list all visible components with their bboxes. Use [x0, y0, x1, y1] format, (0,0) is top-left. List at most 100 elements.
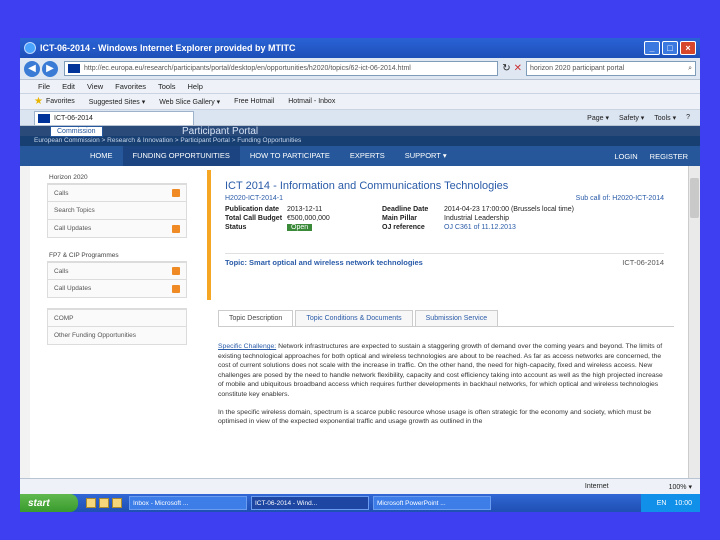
breadcrumb: European Commission > Research & Innovat… — [20, 136, 700, 146]
command-bar: Page ▾ Safety ▾ Tools ▾ ? — [577, 114, 700, 122]
page-menu[interactable]: Page ▾ — [587, 114, 609, 122]
portal-title: Participant Portal — [182, 126, 259, 137]
nav-home[interactable]: HOME — [80, 146, 123, 166]
scrollbar-thumb[interactable] — [690, 178, 699, 218]
nav-how-to-participate[interactable]: HOW TO PARTICIPATE — [240, 146, 340, 166]
fav-free-hotmail[interactable]: Free Hotmail — [234, 98, 274, 105]
zoom-level[interactable]: 100% ▾ — [669, 483, 700, 491]
page-scrollbar[interactable] — [688, 166, 700, 478]
minimize-button[interactable]: _ — [644, 41, 660, 55]
close-button[interactable]: × — [680, 41, 696, 55]
start-button[interactable]: start — [20, 494, 78, 512]
fav-suggested-sites[interactable]: Suggested Sites ▾ — [89, 98, 145, 106]
nav-support[interactable]: SUPPORT ▾ — [395, 146, 457, 166]
browser-tab[interactable]: ICT-06-2014 — [34, 110, 194, 125]
sidebar-item-other-funding[interactable]: Other Funding Opportunities — [47, 327, 187, 345]
menu-view[interactable]: View — [87, 82, 103, 91]
task-powerpoint[interactable]: Microsoft PowerPoint ... — [373, 496, 491, 510]
sidebar-item-search-topics[interactable]: Search Topics — [47, 202, 187, 220]
oj-reference-label: OJ reference — [382, 224, 425, 231]
forward-icon[interactable]: ▶ — [42, 60, 58, 77]
sidebar-item-label: Search Topics — [54, 207, 95, 214]
tab-topic-conditions[interactable]: Topic Conditions & Documents — [295, 310, 413, 326]
description-text: Network infrastructures are expected to … — [218, 343, 663, 398]
content-tabs: Topic Description Topic Conditions & Doc… — [218, 310, 674, 327]
favorites-star-icon[interactable]: ★ — [34, 96, 43, 107]
menu-favorites[interactable]: Favorites — [115, 82, 146, 91]
status-badge: Open — [287, 224, 313, 231]
publication-date-label: Publication date — [225, 206, 280, 213]
menu-tools[interactable]: Tools — [158, 82, 176, 91]
topic-id: ICT-06-2014 — [622, 258, 664, 267]
call-id-row: H2020-ICT-2014-1 Sub call of: H2020-ICT-… — [225, 195, 664, 202]
refresh-icon[interactable]: ↻ — [502, 63, 510, 74]
task-inbox[interactable]: Inbox - Microsoft ... — [129, 496, 247, 510]
deadline-value: 2014-04-23 17:00:00 (Brussels local time… — [444, 206, 574, 213]
tools-menu[interactable]: Tools ▾ — [654, 114, 676, 122]
quick-launch-icon[interactable] — [99, 498, 109, 508]
tab-topic-description[interactable]: Topic Description — [218, 310, 294, 326]
menu-file[interactable]: File — [38, 82, 50, 91]
tab-flag-icon — [38, 113, 50, 123]
sidebar-item-call-updates[interactable]: Call Updates — [47, 220, 187, 238]
menu-bar: File Edit View Favorites Tools Help — [20, 80, 700, 94]
search-field[interactable]: horizon 2020 participant portal ⌕ — [526, 61, 696, 76]
security-zone: Internet — [584, 483, 609, 490]
language-indicator[interactable]: EN — [657, 500, 667, 507]
sidebar-group-other: COMP Other Funding Opportunities — [47, 308, 187, 345]
oj-reference-link[interactable]: OJ C361 of 11.12.2013 — [444, 224, 664, 231]
clock: 10:00 — [674, 499, 692, 507]
favorites-button[interactable]: Favorites — [46, 98, 75, 105]
window-titlebar: ICT-06-2014 - Windows Internet Explorer … — [20, 38, 700, 58]
menu-edit[interactable]: Edit — [62, 82, 75, 91]
window-title: ICT-06-2014 - Windows Internet Explorer … — [40, 43, 296, 53]
deadline-label: Deadline Date — [382, 206, 429, 213]
status-label: Status — [225, 224, 247, 231]
ie-icon — [24, 42, 36, 54]
search-icon[interactable]: ⌕ — [688, 65, 692, 73]
maximize-button[interactable]: □ — [662, 41, 678, 55]
task-ie-window[interactable]: ICT-06-2014 - Wind... — [251, 496, 369, 510]
help-icon[interactable]: ? — [686, 114, 690, 122]
pillar-label: Main Pillar — [382, 215, 418, 222]
eu-flag-icon — [68, 64, 80, 73]
favorites-bar: ★ Favorites Suggested Sites ▾ Web Slice … — [20, 94, 700, 110]
stop-icon[interactable]: ✕ — [514, 63, 522, 74]
register-link[interactable]: REGISTER — [650, 152, 688, 161]
sidebar-item-fp7-calls[interactable]: Calls — [47, 262, 187, 280]
quick-launch-icon[interactable] — [112, 498, 122, 508]
sidebar-item-fp7-call-updates[interactable]: Call Updates — [47, 280, 187, 298]
budget-value: €500,000,000 — [287, 215, 330, 222]
topic-title: Topic: Smart optical and wireless networ… — [225, 258, 423, 267]
sidebar-item-label: COMP — [54, 314, 74, 322]
quick-launch — [86, 498, 125, 508]
rss-icon[interactable] — [172, 189, 180, 197]
call-details: Publication date 2013-12-11 Deadline Dat… — [225, 206, 664, 231]
publication-date-value: 2013-12-11 — [287, 206, 323, 213]
sidebar-item-calls[interactable]: Calls — [47, 184, 187, 202]
fav-hotmail-inbox[interactable]: Hotmail - Inbox — [288, 98, 335, 105]
login-link[interactable]: LOGIN — [614, 152, 637, 161]
safety-menu[interactable]: Safety ▾ — [619, 114, 644, 122]
nav-funding-opportunities[interactable]: FUNDING OPPORTUNITIES — [122, 146, 240, 166]
quick-launch-icon[interactable] — [86, 498, 96, 508]
fav-web-slice-gallery[interactable]: Web Slice Gallery ▾ — [159, 98, 220, 106]
rss-icon[interactable] — [172, 267, 180, 275]
call-title: ICT 2014 - Information and Communication… — [225, 180, 509, 192]
tab-submission-service[interactable]: Submission Service — [414, 310, 499, 326]
taskbar: start Inbox - Microsoft ... ICT-06-2014 … — [20, 494, 700, 512]
menu-help[interactable]: Help — [188, 82, 203, 91]
back-icon[interactable]: ◀ — [24, 60, 40, 77]
status-bar: Internet 100% ▾ — [20, 478, 700, 494]
sidebar-item-comp[interactable]: COMP — [47, 309, 187, 327]
commission-label: Commission — [50, 126, 103, 137]
description-paragraph: Specific Challenge: Network infrastructu… — [218, 342, 668, 400]
nav-experts[interactable]: EXPERTS — [340, 146, 395, 166]
rss-icon[interactable] — [172, 224, 180, 233]
budget-label: Total Call Budget — [225, 215, 283, 222]
sub-call-link[interactable]: Sub call of: H2020-ICT-2014 — [576, 195, 664, 202]
sidebar-item-label: Calls — [54, 189, 69, 197]
url-field[interactable]: http://ec.europa.eu/research/participant… — [64, 61, 499, 76]
rss-icon[interactable] — [172, 284, 180, 293]
tab-bar: ICT-06-2014 Page ▾ Safety ▾ Tools ▾ ? — [20, 110, 700, 126]
